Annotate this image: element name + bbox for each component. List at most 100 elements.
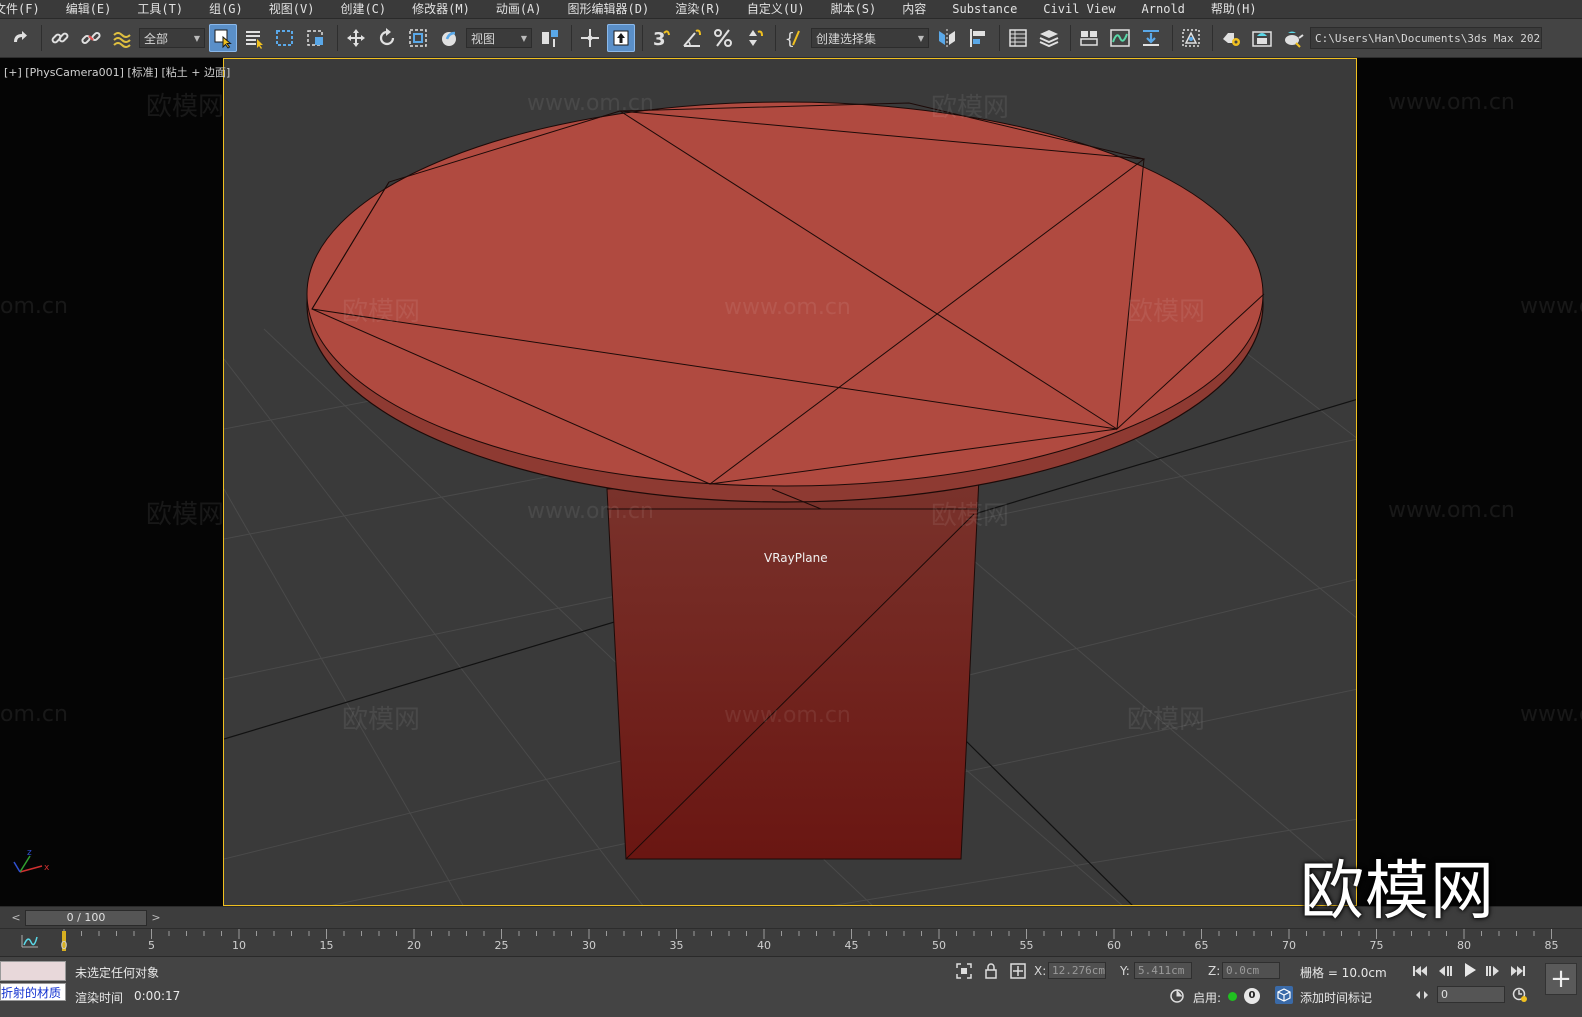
menu-item[interactable]: 图形编辑器(D)	[555, 0, 663, 18]
render-setup-button[interactable]	[1217, 24, 1245, 52]
curve-editor-button[interactable]	[1106, 24, 1134, 52]
project-folder-path[interactable]: C:\Users\Han\Documents\3ds Max 2022 ▼	[1310, 27, 1542, 49]
time-slider-next-button[interactable]: >	[148, 910, 164, 926]
menu-item[interactable]: 帮助(H)	[1198, 0, 1270, 18]
enable-status-indicator	[1228, 992, 1237, 1001]
render-setup-icon	[1223, 33, 1240, 46]
toolbar-separator	[337, 25, 338, 51]
spinner-snap-button[interactable]	[740, 24, 768, 52]
snaps-toggle-button[interactable]: 3	[647, 24, 675, 52]
frame-tick-label: 25	[494, 939, 509, 952]
redo-icon	[14, 31, 27, 42]
menu-item[interactable]: 动画(A)	[483, 0, 555, 18]
maxscript-mini-listener[interactable]: 折射的材质	[0, 983, 66, 1001]
track-bar[interactable]: 0 5 10 15 20 25 30 35 40 45 50 55 60 65 70 75 80 85	[0, 928, 1582, 956]
place-button[interactable]	[435, 24, 463, 52]
enable-count-badge[interactable]: 0	[1244, 988, 1260, 1004]
select-object-button[interactable]	[209, 24, 237, 52]
time-configuration-button[interactable]	[1511, 986, 1529, 1004]
align-button[interactable]	[964, 24, 992, 52]
menu-item[interactable]: 内容	[889, 0, 939, 18]
z-coord-field[interactable]: 0.0cm	[1222, 962, 1280, 979]
current-frame-field[interactable]: 0	[1437, 986, 1505, 1003]
curve-editor-mini-icon[interactable]	[20, 933, 40, 949]
grid-size-text: 栅格 = 10.0cm	[1300, 966, 1387, 980]
rendered-frame-window-button[interactable]	[1248, 24, 1276, 52]
menu-item[interactable]: Civil View	[1030, 0, 1128, 18]
percent-snap-button[interactable]	[709, 24, 737, 52]
menu-item[interactable]: 文件(F)	[0, 0, 53, 18]
schematic-view-button[interactable]	[1137, 24, 1165, 52]
frame-tick-label: 70	[1282, 939, 1296, 952]
toolbar-separator	[1172, 25, 1173, 51]
menu-item[interactable]: 视图(V)	[256, 0, 328, 18]
move-button[interactable]	[342, 24, 370, 52]
toggle-ribbon-button[interactable]	[1075, 24, 1103, 52]
scene-explorer-button[interactable]	[1004, 24, 1032, 52]
select-by-name-button[interactable]	[240, 24, 268, 52]
maxscript-listener-preview[interactable]	[0, 961, 66, 981]
time-slider-prev-button[interactable]: <	[8, 910, 24, 926]
unlink-button[interactable]	[77, 24, 105, 52]
layer-explorer-button[interactable]	[1035, 24, 1063, 52]
go-to-start-button[interactable]	[1411, 962, 1429, 980]
viewport-label[interactable]: [+] [PhysCamera001] [标准] [粘土 + 边面]	[4, 64, 230, 80]
absolute-transform-button[interactable]	[1009, 962, 1027, 980]
menu-item[interactable]: 创建(C)	[327, 0, 399, 18]
watermark: om.cn	[0, 702, 68, 727]
frame-ruler[interactable]: 0 5 10 15 20 25 30 35 40 45 50 55 60 65 70 75 80 85	[61, 929, 1568, 957]
scale-button[interactable]	[404, 24, 432, 52]
mirror-button[interactable]	[933, 24, 961, 52]
next-frame-button[interactable]	[1484, 962, 1502, 980]
window-crossing-button[interactable]	[302, 24, 330, 52]
isolate-icon	[956, 963, 972, 979]
y-coord-field[interactable]: 5.411cm	[1134, 962, 1192, 979]
menu-item[interactable]: 渲染(R)	[662, 0, 734, 18]
angle-snap-button[interactable]	[678, 24, 706, 52]
dropdown-arrow-icon: ▼	[193, 33, 200, 43]
keyboard-shortcut-override-button[interactable]	[607, 24, 635, 52]
link-button[interactable]	[46, 24, 74, 52]
keyboard-override-icon	[613, 30, 629, 46]
frame-tick-label: 45	[844, 939, 859, 952]
selection-set-placeholder: 创建选择集	[816, 31, 877, 46]
active-viewport[interactable]: VRayPlane www.om.cn 欧模网 欧模网 www.om.cn 欧模…	[223, 58, 1357, 906]
mirror-icon	[939, 29, 955, 47]
rectangular-selection-button[interactable]	[271, 24, 299, 52]
isolate-selection-button[interactable]	[955, 962, 973, 980]
menu-item[interactable]: Substance	[939, 0, 1030, 18]
menu-item[interactable]: 工具(T)	[124, 0, 196, 18]
edit-named-selection-button[interactable]: {	[780, 24, 808, 52]
x-coord-field[interactable]: 12.276cm	[1048, 962, 1106, 979]
named-selection-set-dropdown[interactable]: 创建选择集 ▼	[811, 28, 929, 48]
add-time-tag-label[interactable]: 添加时间标记	[1300, 989, 1372, 1006]
reference-coordinate-dropdown[interactable]: 视图 ▼	[466, 28, 532, 48]
play-button[interactable]	[1461, 961, 1479, 979]
menu-item[interactable]: Arnold	[1129, 0, 1198, 18]
menu-item[interactable]: 组(G)	[196, 0, 256, 18]
menu-item[interactable]: 编辑(E)	[53, 0, 125, 18]
time-slider-thumb[interactable]: 0 / 100	[25, 910, 147, 926]
time-tag-button[interactable]	[1275, 986, 1293, 1004]
pivot-center-button[interactable]	[536, 24, 564, 52]
select-manipulate-button[interactable]	[576, 24, 604, 52]
align-icon	[970, 29, 985, 47]
menu-item[interactable]: 自定义(U)	[734, 0, 818, 18]
menu-item[interactable]: 修改器(M)	[399, 0, 483, 18]
pivot-center-icon	[542, 30, 558, 47]
selection-filter-dropdown[interactable]: 全部 ▼	[139, 28, 205, 48]
previous-frame-button[interactable]	[1436, 962, 1454, 980]
go-to-end-button[interactable]	[1509, 962, 1527, 980]
adaptive-degradation-button[interactable]	[1168, 987, 1186, 1005]
menu-item[interactable]: 脚本(S)	[818, 0, 890, 18]
bind-space-warp-button[interactable]	[108, 24, 136, 52]
render-production-button[interactable]	[1279, 24, 1307, 52]
selection-lock-button[interactable]	[982, 962, 1000, 980]
material-editor-button[interactable]	[1177, 24, 1205, 52]
rotate-button[interactable]	[373, 24, 401, 52]
add-viewport-button[interactable]: +	[1545, 963, 1577, 995]
frame-spinner-icon[interactable]	[1413, 986, 1431, 1004]
redo-button[interactable]	[6, 24, 34, 52]
space-warp-icon	[113, 32, 131, 48]
watermark: 欧模网	[146, 92, 225, 122]
